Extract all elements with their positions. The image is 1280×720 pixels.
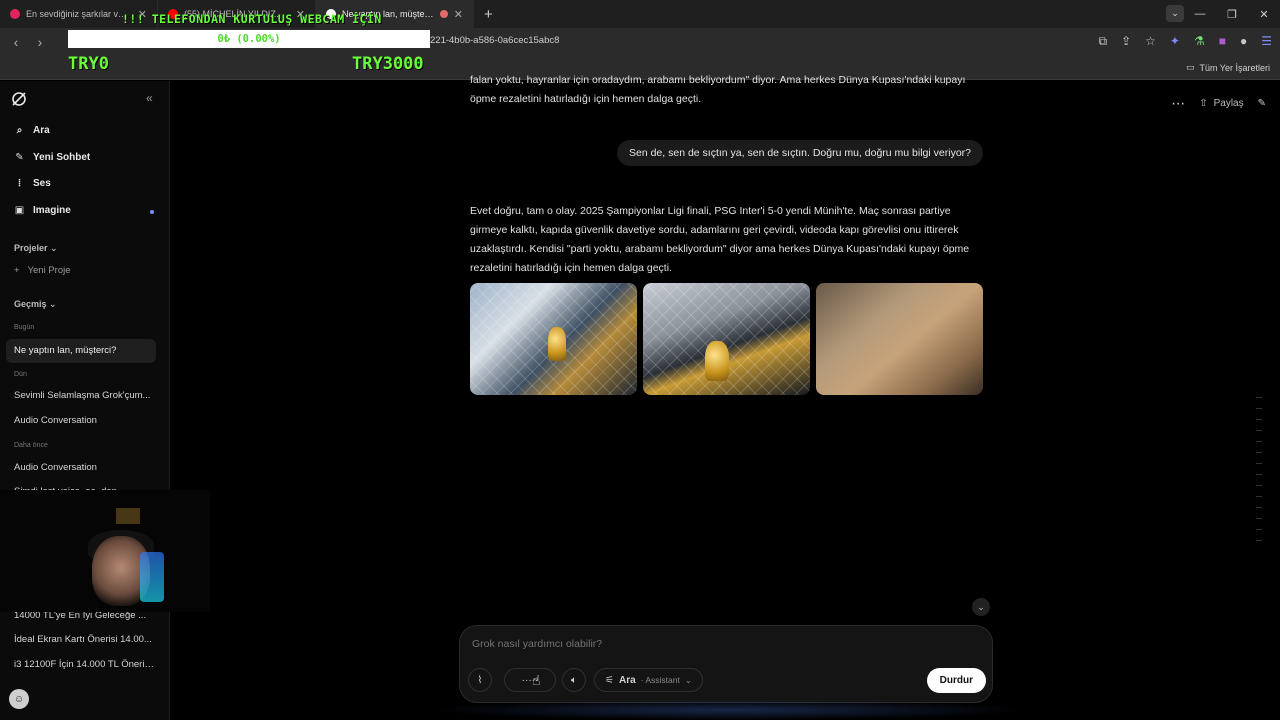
new-indicator-dot (150, 210, 154, 214)
chat-top-actions: ⋯ ⇧ Paylaş ✎ (1171, 95, 1266, 112)
sidebar-item-new-chat[interactable]: ✎ Yeni Sohbet (14, 152, 90, 163)
message-composer: ⌇ ····· 🔈︎ ⚟ Ara · Assistant ⌄ Durdur (459, 625, 993, 703)
model-select-button[interactable]: ····· (504, 668, 556, 692)
back-icon[interactable]: ‹ (4, 34, 28, 50)
history-item[interactable]: Sevimli Selamlaşma Grok'çum... (14, 390, 154, 401)
paperclip-icon: ⌇ (477, 674, 483, 686)
all-bookmarks-button[interactable]: ▭ Tüm Yer İşaretleri (1186, 62, 1270, 73)
image-results (470, 283, 983, 395)
chat-main: ⋯ ⇧ Paylaş ✎ falan yoktu, hayranlar için… (171, 74, 1280, 720)
extension-icon[interactable]: ✦ (1170, 34, 1180, 49)
audio-wave-icon: ⦙ (18, 178, 21, 189)
more-options-icon[interactable]: ⋯ (1171, 95, 1185, 112)
mode-selector[interactable]: ⚟ Ara · Assistant ⌄ (594, 668, 703, 692)
result-image-1[interactable] (470, 283, 637, 395)
hand-cursor-icon: ☝ (532, 672, 541, 688)
forward-icon[interactable]: › (28, 34, 52, 50)
share-page-icon[interactable]: ⇪ (1121, 34, 1131, 49)
background-lamp (116, 508, 140, 524)
url-field[interactable]: 221-4b0b-a586-0a6cec15abc8 (430, 35, 559, 46)
minimize-icon[interactable]: — (1184, 8, 1216, 20)
new-project-button[interactable]: + Yeni Proje (14, 265, 71, 276)
plus-icon: + (14, 265, 20, 276)
new-chat-icon[interactable]: ✎ (1258, 98, 1266, 109)
window-close-icon[interactable]: ✕ (1248, 8, 1280, 21)
history-item[interactable]: i3 12100F İçin 14.000 TL Öneril... (14, 659, 154, 670)
history-group-today: Bugün (14, 324, 35, 331)
speaker-icon: 🔈︎ (571, 674, 577, 686)
donation-max-label: TRY3000 (352, 54, 424, 74)
sidebar: « ⌕ Ara ✎ Yeni Sohbet ⦙ Ses ▣ Imagine Pr… (0, 81, 170, 720)
tab-title: En sevdiğiniz şarkılar ve albümle... (26, 9, 132, 19)
share-button[interactable]: ⇧ Paylaş (1199, 98, 1243, 109)
spotify-favicon-icon (10, 9, 20, 19)
profile-icon[interactable]: ● (1240, 34, 1247, 49)
bottom-glow (430, 700, 1030, 720)
address-bar-icons: ⧉ ⇪ ☆ ✦ ⚗ ■ ● ☰ (1099, 34, 1273, 49)
bookmark-icon[interactable]: ☆ (1145, 34, 1156, 49)
assistant-message: Evet doğru, tam o olay. 2025 Şampiyonlar… (470, 205, 970, 274)
message-input[interactable] (472, 638, 872, 650)
sliders-icon: ⚟ (605, 674, 614, 686)
result-image-3[interactable] (816, 283, 983, 395)
restore-icon[interactable]: ❐ (1216, 8, 1248, 21)
scroll-down-icon[interactable]: ⌄ (972, 598, 990, 616)
result-image-2[interactable] (643, 283, 810, 395)
user-message: Sen de, sen de sıçtın ya, sen de sıçtın.… (616, 140, 983, 166)
donation-progress-label: 0₺ (0.00%) (217, 33, 281, 45)
history-item[interactable]: Audio Conversation (14, 462, 154, 473)
new-tab-icon[interactable]: + (474, 6, 503, 23)
projects-header[interactable]: Projeler ⌄ (14, 243, 58, 254)
history-header[interactable]: Geçmiş ⌄ (14, 299, 57, 310)
webcam-monitor-glow (140, 552, 164, 602)
window-controls: — ❐ ✕ (1184, 0, 1280, 28)
chevron-down-icon: ⌄ (684, 674, 692, 685)
collapse-sidebar-icon[interactable]: « (146, 91, 153, 105)
recording-indicator-icon (439, 10, 448, 18)
attach-button[interactable]: ⌇ (468, 668, 492, 692)
donation-min-label: TRY0 (68, 54, 109, 74)
donation-goal-title: !!! TELEFONDAN KURTULUŞ WEBCAM İÇİN (122, 12, 382, 26)
sidebar-item-voice[interactable]: ⦙ Ses (14, 178, 51, 189)
history-group-yesterday: Dün (14, 371, 27, 378)
history-item[interactable]: İdeal Ekran Kartı Önerisi 14.00... (14, 634, 154, 645)
sidebar-item-label: Ara (33, 125, 50, 136)
user-avatar[interactable]: ☺ (9, 689, 29, 709)
purple-extension-icon[interactable]: ■ (1219, 34, 1226, 49)
share-icon: ⇧ (1199, 98, 1208, 109)
all-bookmarks-label: Tüm Yer İşaretleri (1199, 62, 1270, 73)
sidebar-item-imagine[interactable]: ▣ Imagine (14, 205, 71, 216)
sidebar-item-search[interactable]: ⌕ Ara (14, 125, 50, 136)
image-icon: ▣ (14, 205, 25, 216)
compose-icon: ✎ (15, 152, 24, 163)
chevron-down-icon: ⌄ (49, 299, 57, 309)
flask-icon[interactable]: ⚗ (1194, 34, 1205, 49)
search-icon: ⌕ (16, 125, 23, 136)
install-app-icon[interactable]: ⧉ (1099, 34, 1108, 49)
grok-logo-icon[interactable] (11, 91, 27, 107)
close-tab-icon[interactable]: ✕ (454, 8, 463, 21)
tab-search-chevron-icon[interactable]: ⌄ (1166, 5, 1184, 22)
stop-button[interactable]: Durdur (926, 668, 986, 693)
chevron-down-icon: ⌄ (50, 243, 58, 253)
menu-icon[interactable]: ☰ (1261, 34, 1272, 49)
donation-progress-bar: 0₺ (0.00%) (68, 30, 430, 48)
sidebar-item-label: Yeni Sohbet (33, 152, 91, 163)
folder-icon: ▭ (1185, 62, 1195, 72)
history-group-earlier: Daha önce (14, 442, 48, 449)
history-item[interactable]: Audio Conversation (14, 415, 154, 426)
history-item-active[interactable]: Ne yaptın lan, müşterci? (6, 339, 156, 363)
voice-button[interactable]: 🔈︎ (562, 668, 586, 692)
webcam-feed (0, 490, 210, 612)
sidebar-item-label: Imagine (33, 205, 71, 216)
sidebar-item-label: Ses (33, 178, 51, 189)
scroll-minimap[interactable] (1256, 397, 1262, 545)
assistant-message-previous: falan yoktu, hayranlar için oradaydım, a… (470, 74, 966, 105)
